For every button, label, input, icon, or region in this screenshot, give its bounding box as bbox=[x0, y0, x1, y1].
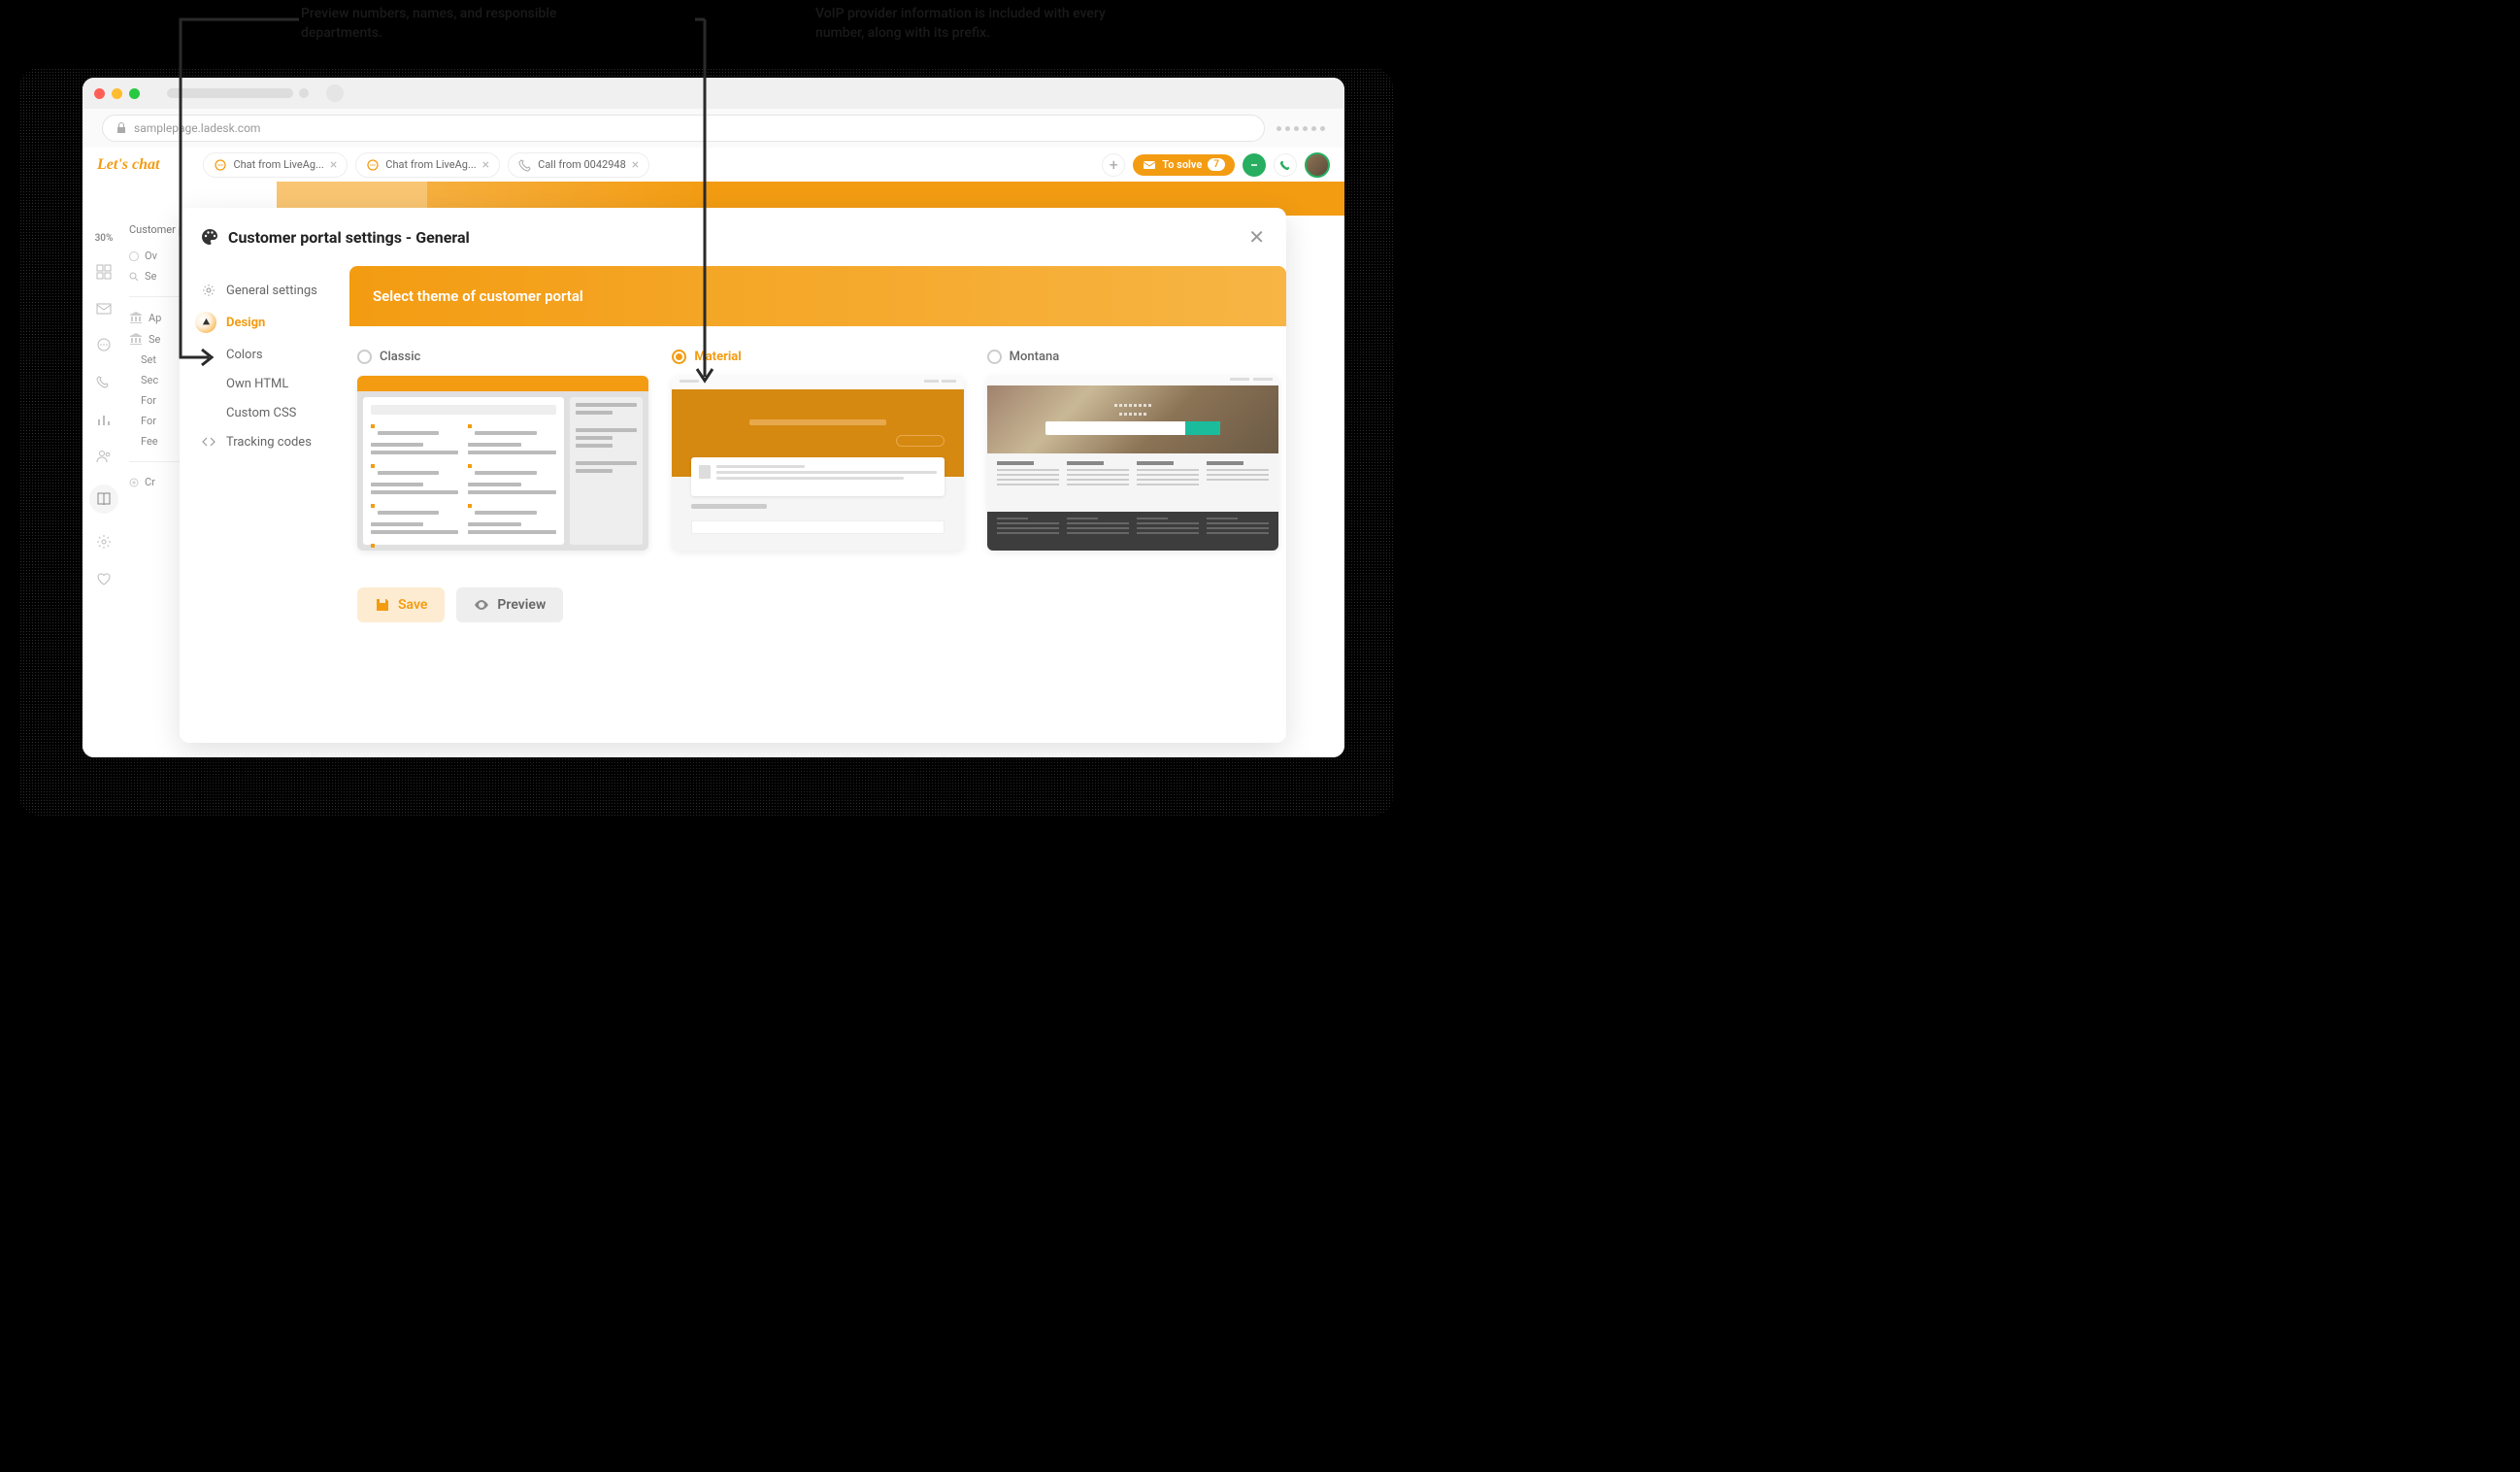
plus-circle-icon bbox=[129, 478, 139, 487]
settings-modal: Customer portal settings - General ✕ Gen… bbox=[180, 208, 1286, 743]
traffic-lights bbox=[94, 88, 140, 99]
add-button[interactable]: + bbox=[1102, 153, 1125, 177]
theme-options: Classic bbox=[349, 326, 1286, 574]
theme-label: Classic bbox=[380, 350, 420, 364]
theme-preview-montana bbox=[987, 376, 1278, 551]
annotation-arrow-right bbox=[695, 17, 714, 386]
eye-icon bbox=[474, 597, 489, 613]
progress-indicator: 30% bbox=[95, 233, 114, 244]
theme-label: Montana bbox=[1010, 350, 1060, 364]
theme-option-material[interactable]: Material bbox=[672, 350, 963, 551]
dashboard-icon[interactable] bbox=[95, 263, 113, 281]
sidebar-item[interactable]: Ap bbox=[129, 307, 180, 328]
sidebar-subitem[interactable]: Sec bbox=[129, 370, 180, 390]
sidebar-item-search[interactable]: Se bbox=[129, 266, 180, 286]
close-modal-button[interactable]: ✕ bbox=[1248, 225, 1265, 249]
sidebar-subitem[interactable]: For bbox=[129, 390, 180, 411]
gear-rail-icon[interactable] bbox=[95, 533, 113, 551]
browser-menu-icon[interactable] bbox=[1277, 126, 1325, 131]
window-close-icon[interactable] bbox=[94, 88, 105, 99]
preview-button[interactable]: Preview bbox=[456, 587, 563, 622]
nav-own-html[interactable]: Own HTML bbox=[201, 369, 349, 398]
left-rail: 30% bbox=[83, 216, 125, 757]
app-tab-label: Chat from LiveAg... bbox=[385, 158, 476, 171]
theme-option-montana[interactable]: Montana bbox=[987, 350, 1278, 551]
user-avatar[interactable] bbox=[1305, 152, 1330, 178]
save-icon bbox=[375, 597, 390, 613]
close-icon[interactable]: × bbox=[482, 157, 489, 173]
theme-option-classic[interactable]: Classic bbox=[357, 350, 648, 551]
to-solve-count: 7 bbox=[1208, 158, 1225, 171]
lock-icon bbox=[116, 122, 126, 134]
close-icon[interactable]: × bbox=[330, 157, 337, 173]
annotation-right: VoIP provider information is included wi… bbox=[815, 5, 1126, 43]
window-maximize-icon[interactable] bbox=[129, 88, 140, 99]
modal-content: Select theme of customer portal Classic bbox=[349, 266, 1286, 743]
chat-rail-icon[interactable] bbox=[95, 337, 113, 354]
modal-header: Customer portal settings - General ✕ bbox=[180, 208, 1286, 266]
chat-status-icon[interactable] bbox=[1243, 153, 1266, 177]
theme-radio-montana[interactable]: Montana bbox=[987, 350, 1278, 364]
sidebar-title: Customer portal bbox=[129, 223, 180, 236]
nav-label: Own HTML bbox=[226, 377, 288, 391]
theme-preview-classic bbox=[357, 376, 648, 551]
code-icon bbox=[201, 434, 216, 450]
nav-custom-css[interactable]: Custom CSS bbox=[201, 398, 349, 427]
app-tab-label: Call from 0042948 bbox=[538, 158, 626, 171]
search-icon bbox=[129, 272, 139, 282]
annotation-left: Preview numbers, names, and responsible … bbox=[301, 5, 582, 43]
sidebar-subitem[interactable]: For bbox=[129, 411, 180, 431]
book-icon[interactable] bbox=[89, 485, 118, 514]
sidebar-item-create[interactable]: Cr bbox=[129, 472, 180, 492]
circle-icon bbox=[129, 251, 139, 261]
nav-label: Tracking codes bbox=[226, 435, 312, 450]
modal-body: General settings Design Colors Own HTML bbox=[180, 266, 1286, 743]
modal-actions: Save Preview bbox=[349, 574, 1286, 636]
people-icon[interactable] bbox=[95, 448, 113, 465]
save-button-label: Save bbox=[398, 597, 427, 613]
sidebar-item-overview[interactable]: Ov bbox=[129, 246, 180, 266]
app-tab-chat-2[interactable]: Chat from LiveAg... × bbox=[355, 152, 500, 178]
preview-button-label: Preview bbox=[497, 597, 546, 613]
theme-radio-material[interactable]: Material bbox=[672, 350, 963, 364]
bank-icon bbox=[129, 311, 143, 324]
stats-icon[interactable] bbox=[95, 411, 113, 428]
sidebar-subitem[interactable]: Set bbox=[129, 350, 180, 370]
new-tab-button[interactable] bbox=[326, 84, 344, 102]
annotation-arrow-left bbox=[175, 17, 301, 367]
header-right: + To solve 7 bbox=[1102, 152, 1330, 178]
phone-icon bbox=[518, 158, 532, 172]
bank-icon bbox=[129, 332, 143, 346]
app-logo[interactable]: Let's chat bbox=[97, 156, 159, 174]
save-button[interactable]: Save bbox=[357, 587, 445, 622]
radio-icon bbox=[987, 350, 1002, 364]
to-solve-button[interactable]: To solve 7 bbox=[1133, 154, 1235, 176]
phone-status-icon[interactable] bbox=[1274, 153, 1297, 177]
heart-icon[interactable] bbox=[95, 570, 113, 587]
radio-icon bbox=[357, 350, 372, 364]
radio-icon bbox=[672, 350, 686, 364]
chat-icon bbox=[366, 158, 380, 172]
sidebar-subitem[interactable]: Fee bbox=[129, 431, 180, 452]
close-icon[interactable]: × bbox=[632, 157, 639, 173]
mail-icon[interactable] bbox=[95, 300, 113, 318]
theme-preview-material bbox=[672, 376, 963, 551]
to-solve-label: To solve bbox=[1162, 158, 1202, 171]
nav-tracking-codes[interactable]: Tracking codes bbox=[201, 427, 349, 456]
phone-rail-icon[interactable] bbox=[95, 374, 113, 391]
envelope-icon bbox=[1143, 158, 1156, 172]
theme-radio-classic[interactable]: Classic bbox=[357, 350, 648, 364]
content-header: Select theme of customer portal bbox=[349, 266, 1286, 326]
sidebar-item[interactable]: Se bbox=[129, 328, 180, 350]
window-minimize-icon[interactable] bbox=[112, 88, 122, 99]
nav-label: Custom CSS bbox=[226, 406, 296, 420]
app-tab-call[interactable]: Call from 0042948 × bbox=[508, 152, 649, 178]
